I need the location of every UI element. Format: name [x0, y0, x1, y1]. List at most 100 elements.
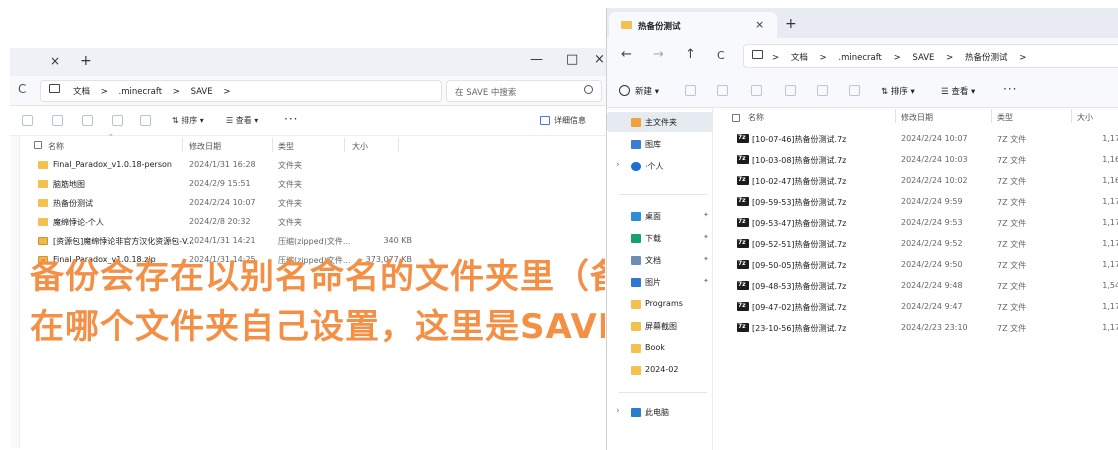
column-header-type[interactable]: 类型: [997, 112, 1013, 123]
file-size: 1,175 K: [1102, 134, 1118, 143]
file-row[interactable]: [资源包]魔绵悸论非官方汉化资源包-V... 2024/1/31 14:21 压…: [20, 232, 420, 251]
tab-close-button[interactable]: ×: [755, 18, 764, 31]
sidebar-item-this-pc[interactable]: › 此电脑: [607, 402, 713, 422]
breadcrumb-separator[interactable]: >: [1019, 53, 1026, 63]
select-all-checkbox[interactable]: [732, 114, 740, 122]
new-tab-button[interactable]: +: [80, 53, 92, 69]
select-all-checkbox[interactable]: [34, 141, 42, 149]
sidebar-item-downloads[interactable]: 下载 ✦: [607, 228, 713, 248]
column-divider[interactable]: [1071, 109, 1072, 123]
column-header-type[interactable]: 类型: [278, 141, 294, 152]
column-divider[interactable]: [272, 138, 273, 152]
paste-icon[interactable]: [82, 115, 93, 126]
copy-icon[interactable]: [52, 115, 63, 126]
column-header-name[interactable]: 名称: [748, 112, 764, 123]
breadcrumb-minecraft[interactable]: .minecraft: [838, 53, 882, 63]
chevron-right-icon[interactable]: ›: [616, 406, 620, 416]
file-row[interactable]: [10-03-08]热备份测试.7z 2024/2/24 10:03 7Z 文件…: [713, 150, 1118, 171]
column-divider[interactable]: [895, 109, 896, 123]
rename-icon[interactable]: [112, 115, 123, 126]
sidebar-item-documents[interactable]: 文档 ✦: [607, 250, 713, 270]
breadcrumb-separator[interactable]: >: [101, 87, 108, 97]
minimize-button[interactable]: —: [530, 52, 543, 67]
sidebar-item-desktop[interactable]: 桌面 ✦: [607, 206, 713, 226]
back-button[interactable]: ←: [621, 47, 632, 62]
cut-icon[interactable]: [22, 115, 33, 126]
breadcrumb-hot-backup[interactable]: 热备份测试: [965, 53, 1008, 63]
file-row[interactable]: [09-59-53]热备份测试.7z 2024/2/24 9:59 7Z 文件 …: [713, 192, 1118, 213]
address-bar[interactable]: > 文档 > .minecraft > SAVE > 热备份测试 >: [743, 44, 1118, 68]
column-divider[interactable]: [398, 138, 399, 152]
file-row[interactable]: 魔绵悸论-个人 2024/2/8 20:32 文件夹: [20, 213, 420, 232]
file-row[interactable]: [10-02-47]热备份测试.7z 2024/2/24 10:02 7Z 文件…: [713, 171, 1118, 192]
delete-icon[interactable]: [849, 85, 860, 96]
breadcrumb-save[interactable]: SAVE: [912, 53, 934, 63]
pin-icon: ✦: [703, 277, 709, 285]
paste-icon[interactable]: [751, 85, 762, 96]
maximize-button[interactable]: □: [566, 52, 578, 67]
sort-button[interactable]: ⇅ 排序 ▾: [881, 85, 915, 97]
up-button[interactable]: ↑: [685, 47, 696, 62]
file-row[interactable]: 热备份测试 2024/2/24 10:07 文件夹: [20, 194, 420, 213]
column-divider[interactable]: [344, 138, 345, 152]
file-row[interactable]: [23-10-56]热备份测试.7z 2024/2/23 23:10 7Z 文件…: [713, 318, 1118, 339]
forward-button[interactable]: →: [653, 47, 664, 62]
column-header-date[interactable]: 修改日期: [189, 141, 221, 152]
file-row[interactable]: 脑筋地图 2024/2/9 15:51 文件夹: [20, 175, 420, 194]
view-button[interactable]: ☰ 查看 ▾: [941, 85, 975, 97]
sidebar-item-book[interactable]: Book: [607, 338, 713, 358]
column-header-date[interactable]: 修改日期: [901, 112, 933, 123]
breadcrumb-separator[interactable]: >: [223, 87, 230, 97]
column-divider[interactable]: [182, 138, 183, 152]
file-row[interactable]: [09-52-51]热备份测试.7z 2024/2/24 9:52 7Z 文件 …: [713, 234, 1118, 255]
file-row[interactable]: [10-07-46]热备份测试.7z 2024/2/24 10:07 7Z 文件…: [713, 129, 1118, 150]
search-input[interactable]: 在 SAVE 中搜索: [446, 80, 602, 102]
sidebar-item-label: 图片: [645, 278, 661, 287]
view-button[interactable]: ☰ 查看 ▾: [226, 115, 258, 126]
column-header-name[interactable]: 名称: [48, 141, 64, 152]
file-row[interactable]: [09-50-05]热备份测试.7z 2024/2/24 9:50 7Z 文件 …: [713, 255, 1118, 276]
tab-close-button[interactable]: ×: [50, 54, 60, 68]
file-name: Final_Paradox_v1.0.18-person: [53, 160, 172, 169]
close-window-button[interactable]: ×: [594, 52, 605, 67]
column-header-size[interactable]: 大小: [352, 141, 368, 152]
address-bar[interactable]: 文档 > .minecraft > SAVE >: [40, 80, 442, 102]
file-row[interactable]: [09-53-47]热备份测试.7z 2024/2/24 9:53 7Z 文件 …: [713, 213, 1118, 234]
cut-icon[interactable]: [685, 85, 696, 96]
column-header-size[interactable]: 大小: [1077, 112, 1093, 123]
chevron-right-icon[interactable]: ›: [616, 160, 620, 170]
more-options-button[interactable]: ···: [284, 112, 298, 126]
breadcrumb-separator[interactable]: >: [772, 53, 779, 63]
sort-button[interactable]: ⇅ 排序 ▾: [172, 115, 204, 126]
more-options-button[interactable]: ···: [1003, 82, 1017, 96]
breadcrumb-minecraft[interactable]: .minecraft: [119, 87, 163, 97]
breadcrumb-separator[interactable]: >: [894, 53, 901, 63]
sidebar-item-home[interactable]: 主文件夹: [607, 112, 713, 132]
details-button[interactable]: 详细信息: [554, 115, 586, 126]
breadcrumb-documents[interactable]: 文档: [73, 87, 90, 97]
file-row[interactable]: Final_Paradox_v1.0.18-person 2024/1/31 1…: [20, 156, 420, 175]
breadcrumb-documents[interactable]: 文档: [791, 53, 808, 63]
sidebar-item-screenshots[interactable]: 屏幕截图: [607, 316, 713, 336]
file-row[interactable]: [09-48-53]热备份测试.7z 2024/2/24 9:48 7Z 文件 …: [713, 276, 1118, 297]
column-divider[interactable]: [991, 109, 992, 123]
delete-icon[interactable]: [140, 115, 151, 126]
share-icon[interactable]: [817, 85, 828, 96]
refresh-button[interactable]: C: [717, 49, 725, 62]
breadcrumb-save[interactable]: SAVE: [191, 87, 213, 97]
sidebar-item-2024-02[interactable]: 2024-02: [607, 360, 713, 380]
copy-icon[interactable]: [717, 85, 728, 96]
breadcrumb-separator[interactable]: >: [173, 87, 180, 97]
tab-hot-backup-test[interactable]: 热备份测试 ×: [609, 12, 777, 38]
sidebar-item-onedrive[interactable]: › ·个人: [607, 156, 713, 176]
file-row[interactable]: [09-47-02]热备份测试.7z 2024/2/24 9:47 7Z 文件 …: [713, 297, 1118, 318]
breadcrumb-separator[interactable]: >: [946, 53, 953, 63]
sidebar-item-gallery[interactable]: 图库: [607, 134, 713, 154]
rename-icon[interactable]: [785, 85, 796, 96]
refresh-icon[interactable]: C: [18, 82, 26, 96]
sidebar-item-pictures[interactable]: 图片 ✦: [607, 272, 713, 292]
sidebar-item-programs[interactable]: Programs: [607, 294, 713, 314]
new-tab-button[interactable]: +: [785, 16, 797, 32]
breadcrumb-separator[interactable]: >: [820, 53, 827, 63]
new-button[interactable]: 新建 ▾: [635, 85, 659, 97]
